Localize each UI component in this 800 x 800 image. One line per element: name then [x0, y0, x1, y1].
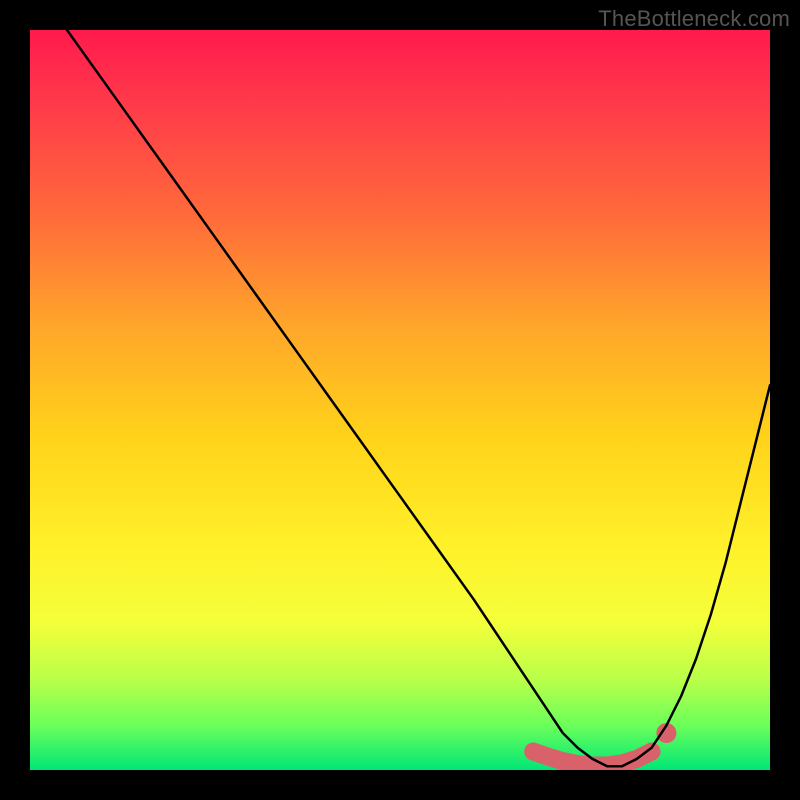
chart-frame: TheBottleneck.com	[0, 0, 800, 800]
watermark-text: TheBottleneck.com	[598, 6, 790, 32]
plot-svg	[30, 30, 770, 770]
series-curve	[67, 30, 770, 766]
plot-area	[30, 30, 770, 770]
